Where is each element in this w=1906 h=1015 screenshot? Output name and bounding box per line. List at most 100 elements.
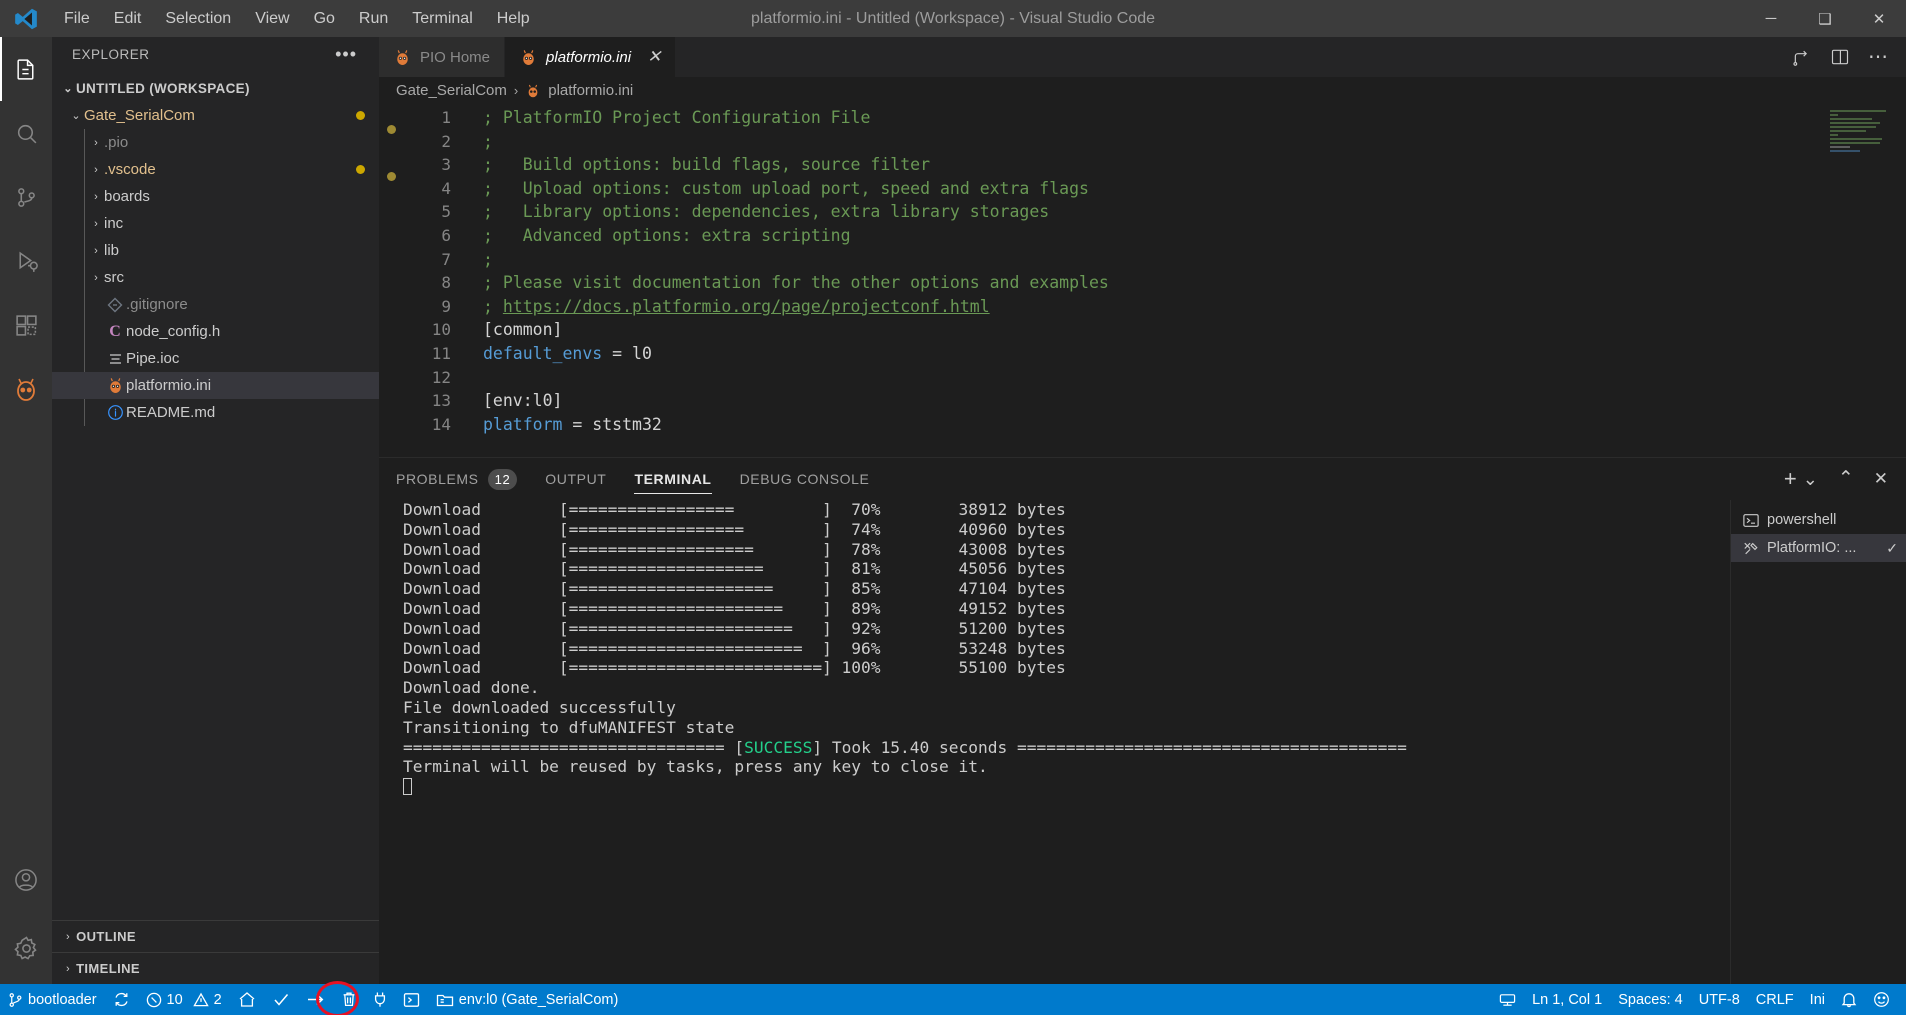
tree-file-readme-md[interactable]: README.md xyxy=(52,399,379,426)
menu-help[interactable]: Help xyxy=(485,6,542,32)
status-feedback[interactable] xyxy=(1865,984,1906,1015)
status-pio-clean[interactable] xyxy=(333,984,365,1015)
menu-view[interactable]: View xyxy=(243,6,301,32)
warning-count: 2 xyxy=(214,992,222,1008)
line-number: 1 xyxy=(403,106,451,130)
account-icon[interactable] xyxy=(0,848,52,912)
sidebar-section-timeline[interactable]: › TIMELINE xyxy=(52,952,379,984)
new-terminal-icon[interactable]: + xyxy=(1784,472,1797,486)
status-sync[interactable] xyxy=(105,984,138,1015)
breadcrumb-folder[interactable]: Gate_SerialCom xyxy=(396,82,507,99)
status-pio-new-terminal[interactable] xyxy=(395,984,428,1015)
tree-folder-lib[interactable]: › lib xyxy=(52,237,379,264)
code-line: 3 ; Build options: build flags, source f… xyxy=(379,153,1906,177)
terminal-output[interactable]: Download [================= ] 70% 38912 … xyxy=(379,500,1730,984)
more-actions-icon[interactable]: ⋯ xyxy=(1868,52,1888,62)
panel-tab-label: PROBLEMS xyxy=(396,471,479,487)
status-pio-serial-monitor[interactable] xyxy=(365,984,395,1015)
line-number: 8 xyxy=(403,271,451,295)
tree-folder-vscode[interactable]: › .vscode xyxy=(52,156,379,183)
tree-folder-gate-serialcom[interactable]: ⌄ Gate_SerialCom xyxy=(52,102,379,129)
menu-file[interactable]: File xyxy=(52,6,102,32)
tab-problems[interactable]: PROBLEMS 12 xyxy=(396,458,517,500)
tree-folder-src[interactable]: › src xyxy=(52,264,379,291)
gear-icon[interactable] xyxy=(0,912,52,984)
status-pio-upload[interactable] xyxy=(298,984,333,1015)
branch-label: bootloader xyxy=(28,992,97,1008)
doc-link[interactable]: https://docs.platformio.org/page/project… xyxy=(503,297,990,316)
code-line: 9 ; https://docs.platformio.org/page/pro… xyxy=(379,295,1906,319)
terminal-list-item-platformio[interactable]: PlatformIO: ... ✓ xyxy=(1731,534,1906,562)
status-pio-home[interactable] xyxy=(230,984,264,1015)
minimap[interactable] xyxy=(1830,110,1892,170)
check-icon: ✓ xyxy=(1886,540,1898,557)
maximize-button[interactable]: ❑ xyxy=(1798,0,1852,37)
tree-file-gitignore[interactable]: .gitignore xyxy=(52,291,379,318)
run-debug-icon[interactable] xyxy=(0,229,52,293)
status-encoding[interactable]: UTF-8 xyxy=(1691,984,1748,1015)
line-number: 4 xyxy=(403,177,451,201)
tree-folder-boards[interactable]: › boards xyxy=(52,183,379,210)
menu-go[interactable]: Go xyxy=(302,6,347,32)
arrow-right-icon xyxy=(306,991,325,1008)
status-notifications[interactable] xyxy=(1833,984,1865,1015)
tab-output[interactable]: OUTPUT xyxy=(545,458,606,500)
explorer-icon[interactable] xyxy=(0,37,52,101)
warning-icon xyxy=(193,992,209,1008)
status-language-mode[interactable]: Ini xyxy=(1802,984,1833,1015)
minimize-button[interactable]: ─ xyxy=(1744,0,1798,37)
status-pio-build[interactable] xyxy=(264,984,298,1015)
status-problems[interactable]: 10 2 xyxy=(138,984,230,1015)
menu-terminal[interactable]: Terminal xyxy=(400,6,484,32)
terminal-cursor-line xyxy=(403,777,1730,797)
split-editor-right-icon[interactable] xyxy=(1792,47,1812,67)
terminal-list-item-powershell[interactable]: powershell xyxy=(1731,506,1906,534)
search-icon[interactable] xyxy=(0,101,52,165)
tree-folder-pio[interactable]: › .pio xyxy=(52,129,379,156)
terminal-dropdown-icon[interactable]: ⌄ xyxy=(1803,474,1818,484)
tree-file-platformio-ini[interactable]: platformio.ini xyxy=(52,372,379,399)
tree-item-label: boards xyxy=(104,188,150,205)
source-control-icon[interactable] xyxy=(0,165,52,229)
platformio-icon[interactable] xyxy=(0,357,52,421)
remote-icon xyxy=(1499,992,1516,1008)
terminal-success-line: ================================= [SUCCE… xyxy=(403,738,1730,758)
breadcrumb-file[interactable]: platformio.ini xyxy=(548,82,633,99)
menu-selection[interactable]: Selection xyxy=(153,6,243,32)
tree-item-label: .pio xyxy=(104,134,128,151)
sidebar-more-icon[interactable]: ••• xyxy=(335,44,369,65)
status-remote-indicator[interactable] xyxy=(1491,984,1524,1015)
maximize-panel-icon[interactable]: ⌃ xyxy=(1838,473,1854,485)
menu-run[interactable]: Run xyxy=(347,6,400,32)
status-indentation[interactable]: Spaces: 4 xyxy=(1610,984,1691,1015)
close-icon[interactable]: ✕ xyxy=(647,47,661,67)
menu-edit[interactable]: Edit xyxy=(102,6,154,32)
tree-file-node-config-h[interactable]: C node_config.h xyxy=(52,318,379,345)
status-pio-env[interactable]: env:l0 (Gate_SerialCom) xyxy=(428,984,627,1015)
status-cursor-position[interactable]: Ln 1, Col 1 xyxy=(1524,984,1610,1015)
split-editor-icon[interactable] xyxy=(1830,47,1850,67)
code-line: 14 platform = ststm32 xyxy=(379,413,1906,437)
line-number: 6 xyxy=(403,224,451,248)
tab-pio-home[interactable]: PIO Home xyxy=(379,37,505,77)
tab-platformio-ini[interactable]: platformio.ini ✕ xyxy=(505,37,676,77)
terminal-line: Download [================== ] 74% 40960… xyxy=(403,520,1730,540)
panel-tab-label: OUTPUT xyxy=(545,471,606,487)
tree-folder-inc[interactable]: › inc xyxy=(52,210,379,237)
workspace-label: UNTITLED (WORKSPACE) xyxy=(76,81,250,96)
tab-debug-console[interactable]: DEBUG CONSOLE xyxy=(740,458,870,500)
close-panel-icon[interactable]: ✕ xyxy=(1874,469,1888,489)
code-editor[interactable]: 1 ; PlatformIO Project Configuration Fil… xyxy=(379,104,1906,457)
tree-file-pipe-ioc[interactable]: Pipe.ioc xyxy=(52,345,379,372)
tab-terminal[interactable]: TERMINAL xyxy=(634,458,711,500)
tree-workspace-root[interactable]: ⌄ UNTITLED (WORKSPACE) xyxy=(52,75,379,102)
section-label: TIMELINE xyxy=(76,961,140,976)
sidebar-section-outline[interactable]: › OUTLINE xyxy=(52,920,379,952)
file-tree: ⌄ UNTITLED (WORKSPACE) ⌄ Gate_SerialCom … xyxy=(52,72,379,920)
close-button[interactable]: ✕ xyxy=(1852,0,1906,37)
status-eol[interactable]: CRLF xyxy=(1748,984,1802,1015)
plug-icon xyxy=(373,991,387,1008)
bottom-panel: PROBLEMS 12 OUTPUT TERMINAL DEBUG CONSOL… xyxy=(379,457,1906,984)
status-remote-branch[interactable]: bootloader xyxy=(0,984,105,1015)
extensions-icon[interactable] xyxy=(0,293,52,357)
